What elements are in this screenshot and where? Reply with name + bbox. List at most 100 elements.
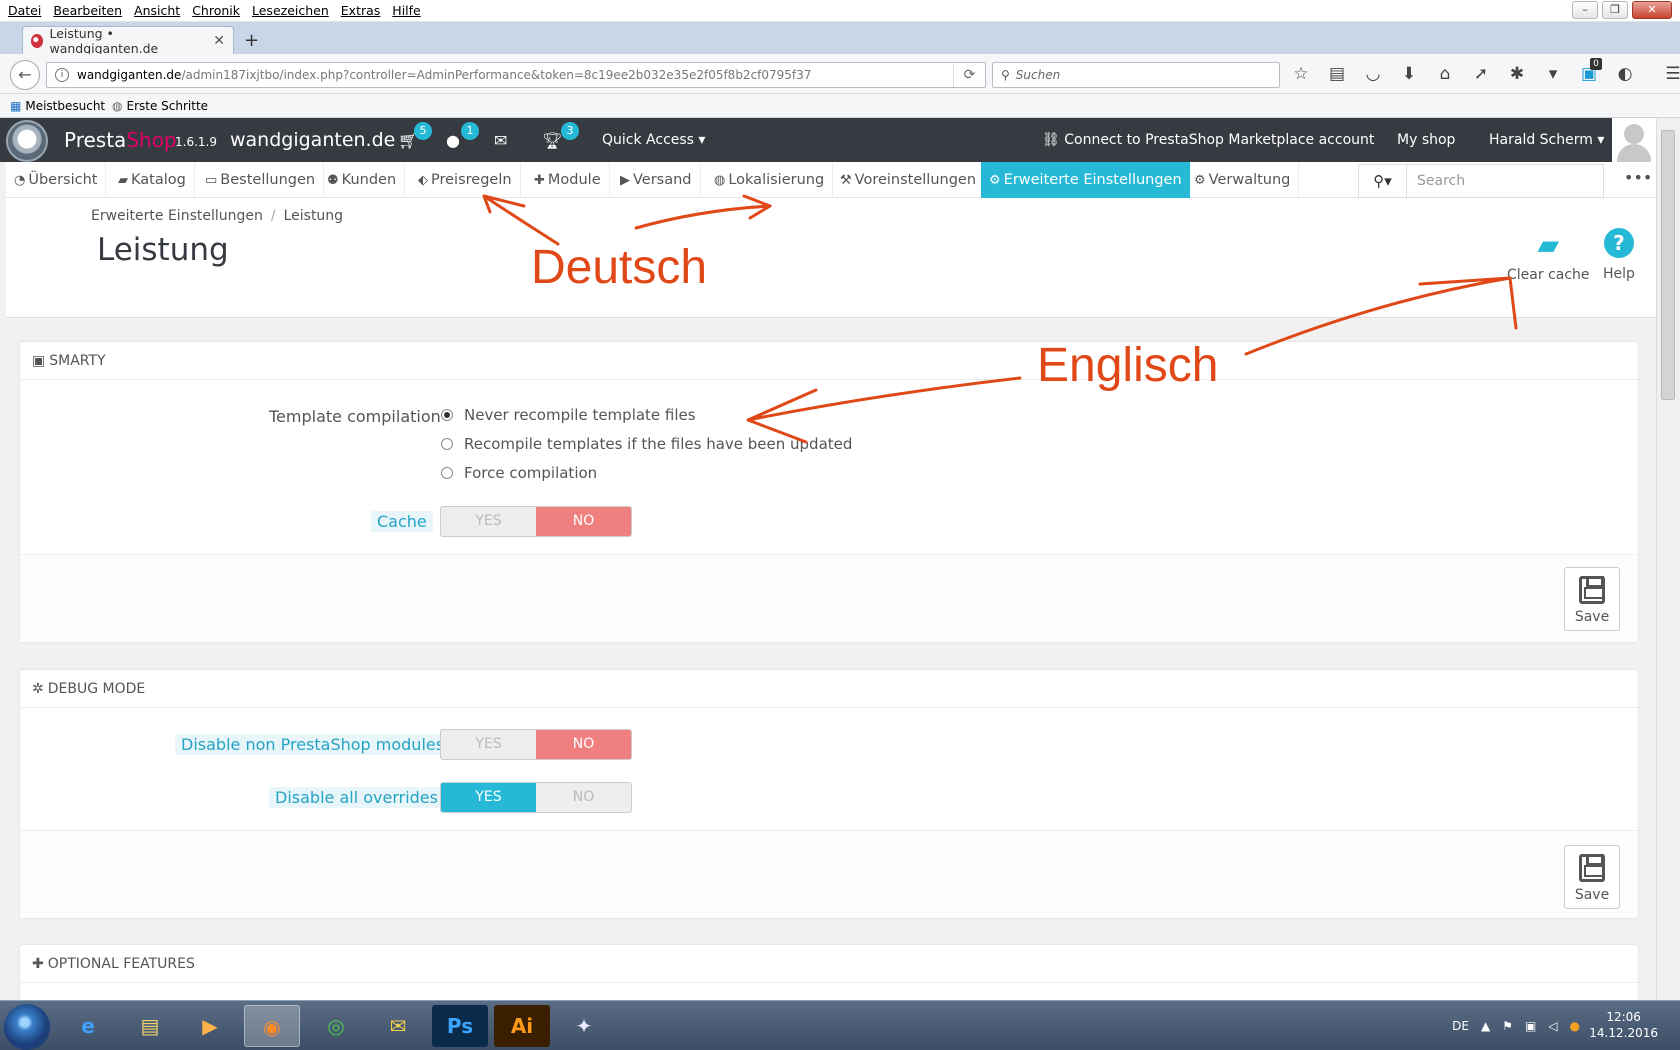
radio-recompile-if-updated[interactable]: Recompile templates if the files have be… xyxy=(441,435,852,453)
volume-icon[interactable]: ◁ xyxy=(1548,1019,1557,1033)
maximize-button[interactable]: ❐ xyxy=(1602,1,1628,19)
cache-label[interactable]: Cache xyxy=(371,511,433,532)
pocket-icon[interactable]: ◡ xyxy=(1362,64,1384,84)
download-icon[interactable]: ⬇ xyxy=(1398,64,1420,84)
network-icon[interactable]: ▣ xyxy=(1525,1019,1536,1033)
envelope-icon[interactable]: ✉ xyxy=(494,131,507,150)
url-bar[interactable]: i wandgiganten.de/admin187ixjtbo/index.p… xyxy=(46,62,986,88)
reader-list-icon[interactable]: ▤ xyxy=(1326,64,1348,84)
explorer-icon[interactable]: ▤ xyxy=(122,1005,178,1047)
browser-tab[interactable]: Leistung • wandgiganten.de ✕ xyxy=(22,26,234,56)
marketplace-connect-link[interactable]: ⛓ Connect to PrestaShop Marketplace acco… xyxy=(1042,132,1374,148)
bookmark-erste-schritte[interactable]: ◍ Erste Schritte xyxy=(112,99,208,113)
menu-extras[interactable]: Extras xyxy=(341,3,381,18)
disable-overrides-no-option[interactable]: NO xyxy=(536,783,631,812)
minimize-button[interactable]: – xyxy=(1572,1,1598,19)
menu-chronik[interactable]: Chronik xyxy=(192,3,240,18)
send-icon[interactable]: ➚ xyxy=(1470,64,1492,84)
shop-name[interactable]: wandgiganten.de xyxy=(230,129,395,151)
internet-explorer-icon[interactable]: e xyxy=(60,1005,116,1047)
radio-never-recompile[interactable]: Never recompile template files xyxy=(441,406,696,424)
illustrator-icon[interactable]: Ai xyxy=(494,1005,550,1047)
cache-yes-option[interactable]: YES xyxy=(441,507,536,536)
firefox-icon[interactable]: ◉ xyxy=(244,1005,300,1047)
disable-overrides-switch[interactable]: YES NO xyxy=(440,782,632,813)
home-icon[interactable]: ⌂ xyxy=(1434,64,1456,84)
menu-datei[interactable]: Datei xyxy=(8,3,41,18)
start-button[interactable] xyxy=(4,1004,50,1050)
extension-icon[interactable]: ✱ xyxy=(1506,64,1528,84)
my-shop-link[interactable]: My shop xyxy=(1397,132,1455,148)
nav-item-verwaltung[interactable]: ⚙ Verwaltung xyxy=(1186,162,1300,198)
prestashop-logo-icon[interactable] xyxy=(6,120,48,162)
flag-icon[interactable]: ⚑ xyxy=(1502,1019,1513,1033)
smarty-panel: ▣ SMARTY Save xyxy=(19,341,1639,643)
media-player-icon[interactable]: ▶ xyxy=(182,1005,238,1047)
info-icon[interactable]: i xyxy=(55,68,69,82)
vertical-scrollbar[interactable] xyxy=(1656,118,1680,1000)
menu-hilfe[interactable]: Hilfe xyxy=(392,3,420,18)
scrollbar-thumb[interactable] xyxy=(1661,130,1675,400)
avatar[interactable] xyxy=(1612,118,1656,162)
back-button[interactable]: ← xyxy=(10,60,40,90)
disable-overrides-yes-option[interactable]: YES xyxy=(441,783,536,812)
graphics-app-icon[interactable]: ✦ xyxy=(556,1005,612,1047)
disable-overrides-label[interactable]: Disable all overrides xyxy=(269,787,444,808)
nav-item-katalog[interactable]: ▰ Katalog xyxy=(110,162,195,198)
template-compilation-label: Template compilation xyxy=(269,407,441,426)
cache-switch[interactable]: YES NO xyxy=(440,506,632,537)
nav-item-versand[interactable]: ▶ Versand xyxy=(612,162,701,198)
disable-modules-label[interactable]: Disable non PrestaShop modules xyxy=(175,734,451,755)
menu-lesezeichen[interactable]: Lesezeichen xyxy=(252,3,329,18)
trophy-icon[interactable]: 🏆︎ xyxy=(542,131,562,150)
mail-icon[interactable]: ✉ xyxy=(370,1005,426,1047)
new-tab-icon[interactable]: + xyxy=(244,30,259,51)
tab-close-icon[interactable]: ✕ xyxy=(213,33,225,49)
nav-item-kunden[interactable]: ⚉ Kunden xyxy=(319,162,406,198)
nav-item-lokalisierung[interactable]: ◍ Lokalisierung xyxy=(706,162,834,198)
system-clock[interactable]: 12:06 14.12.2016 xyxy=(1589,1009,1658,1041)
quick-access-dropdown[interactable]: Quick Access ▾ xyxy=(602,132,705,148)
menu-bearbeiten[interactable]: Bearbeiten xyxy=(53,3,122,18)
more-icon[interactable]: ••• xyxy=(1624,168,1652,187)
chrome-icon[interactable]: ◎ xyxy=(308,1005,364,1047)
debug-save-button[interactable]: Save xyxy=(1564,845,1620,909)
nav-item-preisregeln[interactable]: ⬖ Preisregeln xyxy=(410,162,521,198)
close-window-button[interactable]: ✕ xyxy=(1632,1,1672,19)
customer-icon[interactable]: ● xyxy=(446,131,460,150)
nav-item-bestellungen[interactable]: ▭ Bestellungen xyxy=(197,162,325,198)
language-indicator[interactable]: DE xyxy=(1452,1019,1469,1033)
browser-search-input[interactable]: ⚲ Suchen xyxy=(992,62,1280,88)
disable-modules-no-option[interactable]: NO xyxy=(536,730,631,759)
nav-item-module[interactable]: ✚ Module xyxy=(526,162,610,198)
disable-modules-yes-option[interactable]: YES xyxy=(441,730,536,759)
cache-no-option[interactable]: NO xyxy=(536,507,631,536)
breadcrumb-current: Leistung xyxy=(283,208,344,224)
dropdown-icon[interactable]: ▾ xyxy=(1542,64,1564,84)
smarty-save-button[interactable]: Save xyxy=(1564,567,1620,631)
clear-cache-button[interactable]: ▰ Clear cache xyxy=(1507,228,1590,283)
notification-icon[interactable]: ▣ 0 xyxy=(1578,58,1602,84)
breadcrumb-parent[interactable]: Erweiterte Einstellungen xyxy=(91,208,263,224)
bookmark-star-icon[interactable]: ☆ xyxy=(1290,64,1312,84)
windows-taskbar: e ▤ ▶ ◉ ◎ ✉ Ps Ai ✦ DE ▲ ⚑ ▣ ◁ ● 12:06 1… xyxy=(0,1000,1680,1050)
admin-search-input[interactable]: Search xyxy=(1407,165,1465,197)
update-icon[interactable]: ● xyxy=(1570,1019,1580,1033)
disable-modules-switch[interactable]: YES NO xyxy=(440,729,632,760)
help-button[interactable]: ? Help xyxy=(1603,228,1635,282)
version-label: 1.6.1.9 xyxy=(175,135,217,149)
menu-ansicht[interactable]: Ansicht xyxy=(134,3,180,18)
tray-arrow-icon[interactable]: ▲ xyxy=(1481,1019,1490,1033)
photoshop-icon[interactable]: Ps xyxy=(432,1005,488,1047)
user-menu[interactable]: Harald Scherm ▾ xyxy=(1489,132,1604,148)
hamburger-menu-icon[interactable]: ☰ xyxy=(1662,64,1680,84)
radio-force-compilation[interactable]: Force compilation xyxy=(441,464,597,482)
nav-item-uebersicht[interactable]: ◔ Übersicht xyxy=(6,162,107,198)
admin-search: ⚲▾ Search xyxy=(1358,164,1604,198)
reload-icon[interactable]: ⟳ xyxy=(953,63,985,87)
nav-item-erweiterte-einstellungen[interactable]: ⚙ Erweiterte Einstellungen xyxy=(981,162,1190,198)
search-scope-dropdown[interactable]: ⚲▾ xyxy=(1359,165,1407,197)
bookmark-meistbesucht[interactable]: ▦ Meistbesucht xyxy=(10,99,105,113)
addon-icon[interactable]: ◐ xyxy=(1614,64,1636,84)
nav-item-voreinstellungen[interactable]: ⚒ Voreinstellungen xyxy=(832,162,986,198)
